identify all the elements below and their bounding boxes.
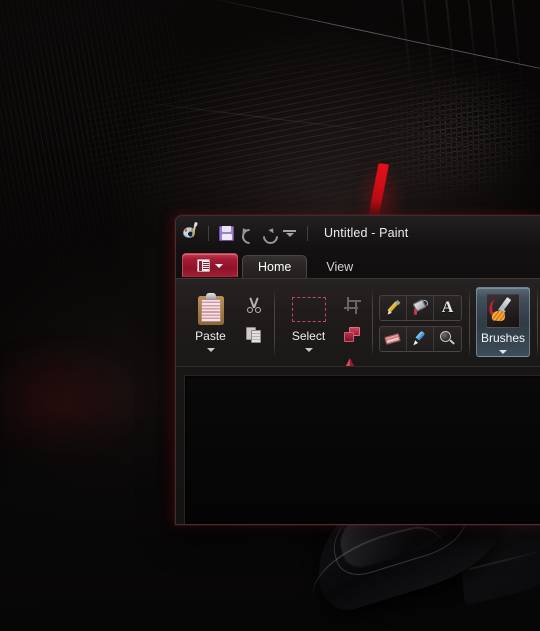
pencil-icon: [385, 300, 401, 316]
screen: Untitled - Paint Home View Paste Select …: [0, 0, 540, 631]
file-menu-button[interactable]: [182, 253, 238, 277]
crop-button[interactable]: [339, 292, 365, 318]
crop-icon: [343, 296, 361, 314]
customize-quick-access-button[interactable]: [279, 223, 300, 243]
brushes-dropdown-caret-icon[interactable]: [499, 350, 507, 354]
tab-strip: Home View: [176, 250, 540, 278]
window-title: Untitled - Paint: [324, 226, 409, 240]
resize-icon: [343, 327, 361, 343]
tab-home[interactable]: Home: [242, 255, 308, 278]
pencil-tool-button[interactable]: [380, 296, 407, 320]
eraser-tool-button[interactable]: [380, 327, 407, 351]
redo-button[interactable]: [258, 223, 279, 243]
tools-row-1: A: [379, 295, 462, 321]
scissors-icon: [246, 296, 263, 314]
clipboard-small-buttons: [241, 287, 267, 348]
tab-home-label: Home: [258, 260, 292, 274]
tab-view-label: View: [326, 259, 354, 274]
paintbrush-icon: [486, 294, 520, 328]
tools-grid: A: [379, 287, 462, 352]
title-separator: [307, 225, 308, 241]
image-small-buttons: [339, 287, 365, 378]
magnifier-icon: [439, 331, 456, 347]
ribbon: Paste Select A Brushes: [176, 278, 540, 373]
ribbon-group-brushes: Brushes: [469, 283, 537, 363]
copy-pages-icon: [245, 326, 263, 344]
select-button-label: Select: [291, 329, 326, 343]
text-tool-button[interactable]: A: [434, 296, 461, 320]
paste-button-label: Paste: [195, 329, 226, 343]
eyedropper-icon: [411, 330, 428, 347]
ribbon-group-image: Select: [274, 283, 372, 373]
paint-bucket-icon: [412, 299, 429, 316]
ribbon-group-clipboard: Paste: [176, 283, 274, 363]
brushes-button[interactable]: Brushes: [476, 287, 530, 357]
paint-window: Untitled - Paint Home View Paste Select …: [175, 215, 540, 525]
select-dropdown-caret-icon[interactable]: [304, 348, 313, 352]
toolbar-separator: [208, 225, 209, 241]
work-area: [176, 366, 540, 524]
paint-palette-icon: [183, 223, 201, 242]
floppy-disk-icon: [219, 225, 234, 241]
fill-tool-button[interactable]: [407, 296, 434, 320]
resize-button[interactable]: [339, 322, 365, 348]
drawing-canvas[interactable]: [184, 375, 540, 524]
magnifier-tool-button[interactable]: [434, 327, 461, 351]
dashed-rectangle-icon: [291, 296, 326, 322]
paste-button[interactable]: Paste: [183, 287, 238, 352]
copy-button[interactable]: [241, 322, 267, 348]
tab-view[interactable]: View: [311, 255, 368, 278]
text-a-icon: A: [441, 299, 454, 316]
save-button[interactable]: [216, 223, 237, 243]
color-picker-tool-button[interactable]: [407, 327, 434, 351]
undo-arrow-icon: [240, 226, 255, 240]
tools-row-2: [379, 326, 462, 352]
select-button[interactable]: Select: [281, 287, 336, 352]
paste-dropdown-caret-icon[interactable]: [206, 348, 215, 352]
cut-button[interactable]: [241, 292, 267, 318]
redo-arrow-icon: [261, 226, 276, 240]
clipboard-icon: [197, 293, 224, 325]
chevron-down-icon: [215, 263, 223, 268]
file-menu-icon: [197, 259, 210, 272]
eraser-icon: [383, 332, 402, 346]
undo-button[interactable]: [237, 223, 258, 243]
ribbon-group-tools: A: [372, 283, 469, 363]
chevron-down-bar-icon: [283, 227, 296, 239]
title-bar[interactable]: Untitled - Paint: [176, 216, 540, 250]
brushes-button-label: Brushes: [480, 331, 526, 345]
